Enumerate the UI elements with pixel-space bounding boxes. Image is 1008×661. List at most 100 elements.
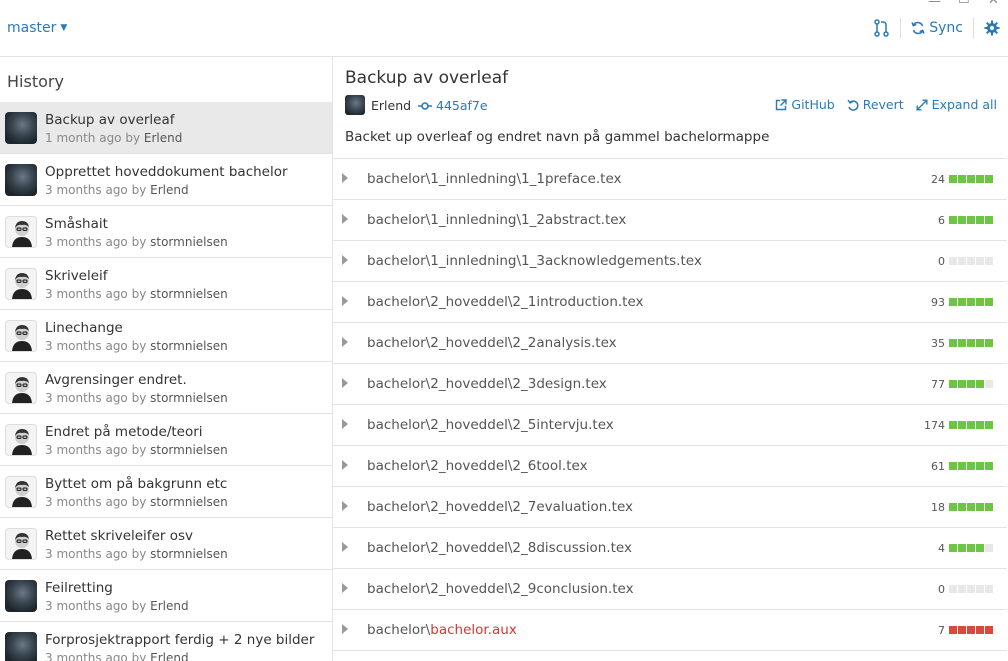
file-path-text: bachelor\1_innledning\1_1preface.tex xyxy=(367,171,622,187)
commit-sha-link[interactable]: 445af7e xyxy=(418,98,488,113)
commit-list-item[interactable]: Backup av overleaf 1 month ago by Erlend xyxy=(0,102,332,154)
commit-list-item[interactable]: Småshait 3 months ago by stormnielsen xyxy=(0,206,332,258)
diffstat-removed-block xyxy=(967,626,975,634)
commit-message: Linechange xyxy=(45,320,123,336)
file-path-text: bachelor\2_hoveddel\2_5intervju.tex xyxy=(367,417,614,433)
stormnielsen-avatar xyxy=(5,528,37,560)
file-path: bachelor\1_innledning\1_2abstract.tex xyxy=(367,212,626,228)
file-path-text: bachelor\1_innledning\1_3acknowledgement… xyxy=(367,253,702,269)
diffstat-bar xyxy=(948,216,993,224)
commit-sha: 445af7e xyxy=(436,98,488,113)
commit-author: Erlend xyxy=(150,183,189,197)
file-path-text: bachelor\ xyxy=(367,622,431,638)
commit-list-item[interactable]: Rettet skriveleifer osv 3 months ago by s… xyxy=(0,518,332,570)
expand-triangle-icon[interactable] xyxy=(342,419,348,429)
diffstat-bar xyxy=(948,298,993,306)
maximize-icon[interactable]: ☐ xyxy=(958,0,970,7)
changed-file-row[interactable]: bachelor\2_hoveddel\2_1introduction.tex 9… xyxy=(333,282,1007,323)
file-path-text: bachelor\1_innledning\1_2abstract.tex xyxy=(367,212,627,228)
commit-list-item[interactable]: Endret på metode/teori 3 months ago by st… xyxy=(0,414,332,466)
commit-list-item[interactable]: Linechange 3 months ago by stormnielsen xyxy=(0,310,332,362)
file-path-text: bachelor\2_hoveddel\2_2analysis.tex xyxy=(367,335,617,351)
commit-age: 3 months ago by xyxy=(45,651,151,661)
commit-list-item[interactable]: Forprosjektrapport ferdig + 2 nye bilder… xyxy=(0,622,332,661)
diffstat-empty-block xyxy=(985,380,993,388)
history-title: History xyxy=(7,72,64,91)
expand-triangle-icon[interactable] xyxy=(342,501,348,511)
change-count: 93 xyxy=(931,296,945,309)
file-path: bachelor\2_hoveddel\2_5intervju.tex xyxy=(367,417,614,433)
expand-triangle-icon[interactable] xyxy=(342,173,348,183)
diffstat-added-block xyxy=(976,339,984,347)
commit-message: Feilretting xyxy=(45,580,113,596)
minimize-icon[interactable]: — xyxy=(928,0,941,9)
diffstat-empty-block xyxy=(967,257,975,265)
sync-icon xyxy=(911,21,925,35)
expand-all-button[interactable]: Expand all xyxy=(916,97,997,112)
commit-icon xyxy=(418,101,432,110)
changed-file-row[interactable]: bachelor\1_innledning\1_1preface.tex 24 xyxy=(333,159,1007,200)
view-on-github-button[interactable]: GitHub xyxy=(775,97,835,112)
diffstat-added-block xyxy=(985,216,993,224)
commit-meta: 3 months ago by stormnielsen xyxy=(45,235,228,249)
changed-file-row[interactable]: bachelor\2_hoveddel\2_3design.tex 77 xyxy=(333,364,1007,405)
commit-age: 3 months ago by xyxy=(45,495,151,509)
expand-triangle-icon[interactable] xyxy=(342,214,348,224)
changed-file-row[interactable]: bachelor\2_hoveddel\2_6tool.tex 61 xyxy=(333,446,1007,487)
commit-author: Erlend xyxy=(150,651,189,661)
expand-triangle-icon[interactable] xyxy=(342,296,348,306)
change-count: 77 xyxy=(931,378,945,391)
diffstat-empty-block xyxy=(949,585,957,593)
diffstat-added-block xyxy=(958,175,966,183)
diffstat-empty-block xyxy=(985,257,993,265)
commit-list-item[interactable]: Byttet om på bakgrunn etc 3 months ago by… xyxy=(0,466,332,518)
stormnielsen-avatar xyxy=(5,216,37,248)
commit-author: stormnielsen xyxy=(150,443,228,457)
change-count: 0 xyxy=(938,583,945,596)
expand-triangle-icon[interactable] xyxy=(342,542,348,552)
commit-list-item[interactable]: Avgrensinger endret. 3 months ago by stor… xyxy=(0,362,332,414)
file-path: bachelor\1_innledning\1_1preface.tex xyxy=(367,171,622,187)
changed-file-row[interactable]: bachelor\2_hoveddel\2_7evaluation.tex 18 xyxy=(333,487,1007,528)
changed-file-row[interactable]: bachelor\2_hoveddel\2_8discussion.tex 4 xyxy=(333,528,1007,569)
sync-button[interactable]: Sync xyxy=(911,20,963,36)
toolbar-divider xyxy=(900,18,902,38)
expand-triangle-icon[interactable] xyxy=(342,378,348,388)
expand-triangle-icon[interactable] xyxy=(342,255,348,265)
commit-message: Forprosjektrapport ferdig + 2 nye bilder xyxy=(45,632,315,648)
changed-file-row[interactable]: bachelor\2_hoveddel\2_9conclusion.tex 0 xyxy=(333,569,1007,610)
diffstat-added-block xyxy=(976,421,984,429)
expand-triangle-icon[interactable] xyxy=(342,624,348,634)
changed-file-row[interactable]: bachelor\1_innledning\1_3acknowledgement… xyxy=(333,241,1007,282)
diffstat-added-block xyxy=(958,421,966,429)
expand-triangle-icon[interactable] xyxy=(342,460,348,470)
diffstat-added-block xyxy=(967,339,975,347)
diffstat-added-block xyxy=(967,175,975,183)
changed-file-row[interactable]: bachelor\1_innledning\1_2abstract.tex 6 xyxy=(333,200,1007,241)
commit-list-item[interactable]: Skriveleif 3 months ago by stormnielsen xyxy=(0,258,332,310)
compare-branch-button[interactable] xyxy=(874,19,890,37)
commit-list-item[interactable]: Feilretting 3 months ago by Erlend xyxy=(0,570,332,622)
file-path-text: bachelor\2_hoveddel\2_6tool.tex xyxy=(367,458,588,474)
commit-message: Avgrensinger endret. xyxy=(45,372,187,388)
changed-file-row[interactable]: bachelor\2_hoveddel\2_2analysis.tex 35 xyxy=(333,323,1007,364)
close-icon[interactable]: ✕ xyxy=(988,0,999,8)
expand-triangle-icon[interactable] xyxy=(342,337,348,347)
diffstat-added-block xyxy=(967,298,975,306)
stormnielsen-avatar xyxy=(5,372,37,404)
commit-meta: 3 months ago by stormnielsen xyxy=(45,287,228,301)
commit-author: stormnielsen xyxy=(150,287,228,301)
changed-file-row[interactable]: bachelor\bachelor.aux 7 xyxy=(333,610,1007,651)
expand-triangle-icon[interactable] xyxy=(342,583,348,593)
erlend-avatar xyxy=(5,164,37,196)
diffstat-added-block xyxy=(958,503,966,511)
changed-file-row[interactable]: bachelor\2_hoveddel\2_5intervju.tex 174 xyxy=(333,405,1007,446)
revert-button[interactable]: Revert xyxy=(847,97,904,112)
branch-selector[interactable]: master ▼ xyxy=(7,20,67,36)
settings-button[interactable] xyxy=(984,20,1000,36)
erlend-avatar xyxy=(5,632,37,661)
commit-author: Erlend xyxy=(150,599,189,613)
commit-actions: GitHub Revert Expand all xyxy=(763,97,997,112)
commit-list-item[interactable]: Opprettet hoveddokument bachelor 3 months… xyxy=(0,154,332,206)
commit-message: Backup av overleaf xyxy=(45,112,175,128)
